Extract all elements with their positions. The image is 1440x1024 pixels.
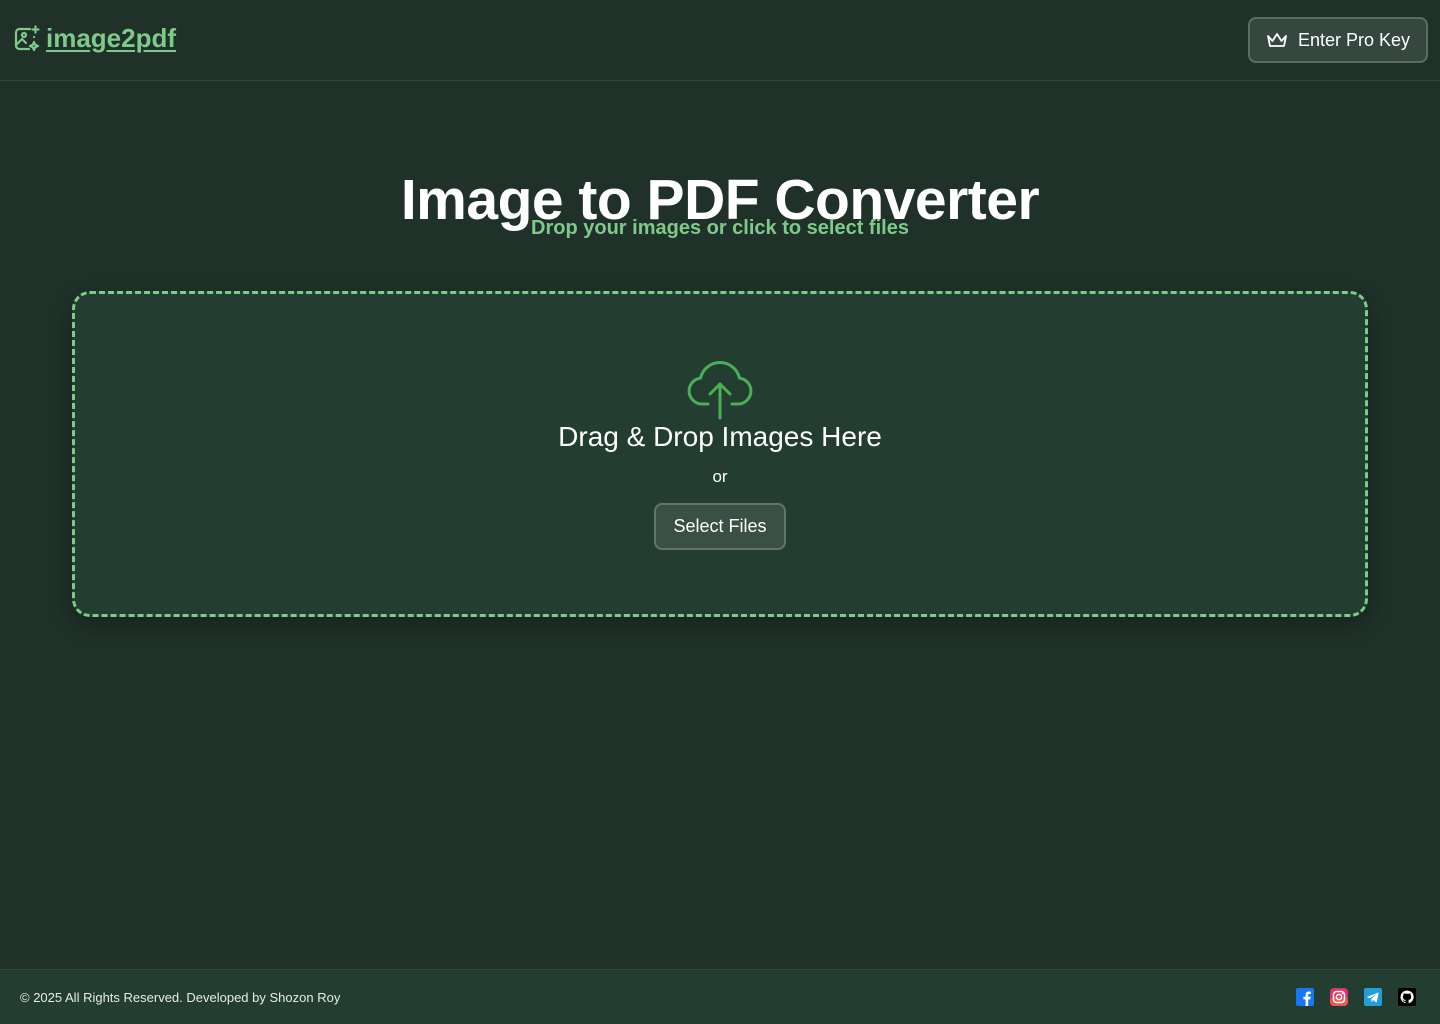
enter-pro-key-label: Enter Pro Key [1297,29,1411,50]
dropzone-or-text: or [712,467,728,486]
logo-text: image2pdf [46,23,177,53]
logo-link[interactable]: image2pdf [13,22,176,54]
page-subtitle: Drop your images or click to select file… [531,217,909,239]
dropzone-title: Drag & Drop Images Here [558,421,882,452]
footer: © 2025 All Rights Reserved. Developed by… [0,969,1440,1024]
telegram-icon[interactable] [1364,988,1382,1006]
facebook-icon[interactable] [1296,988,1314,1006]
crown-icon [1267,33,1287,47]
image-dropzone[interactable]: Drag & Drop Images Here or Select Files [72,291,1368,617]
cloud-upload-icon [687,361,753,420]
image-sparkle-icon [14,25,40,52]
select-files-button[interactable]: Select Files [654,503,786,550]
enter-pro-key-button[interactable]: Enter Pro Key [1248,17,1428,63]
copyright-text: © 2025 All Rights Reserved. Developed by… [20,990,341,1005]
github-icon[interactable] [1398,988,1416,1006]
instagram-icon[interactable] [1330,988,1348,1006]
social-links [1296,988,1416,1006]
header: image2pdf Enter Pro Key [0,0,1440,81]
